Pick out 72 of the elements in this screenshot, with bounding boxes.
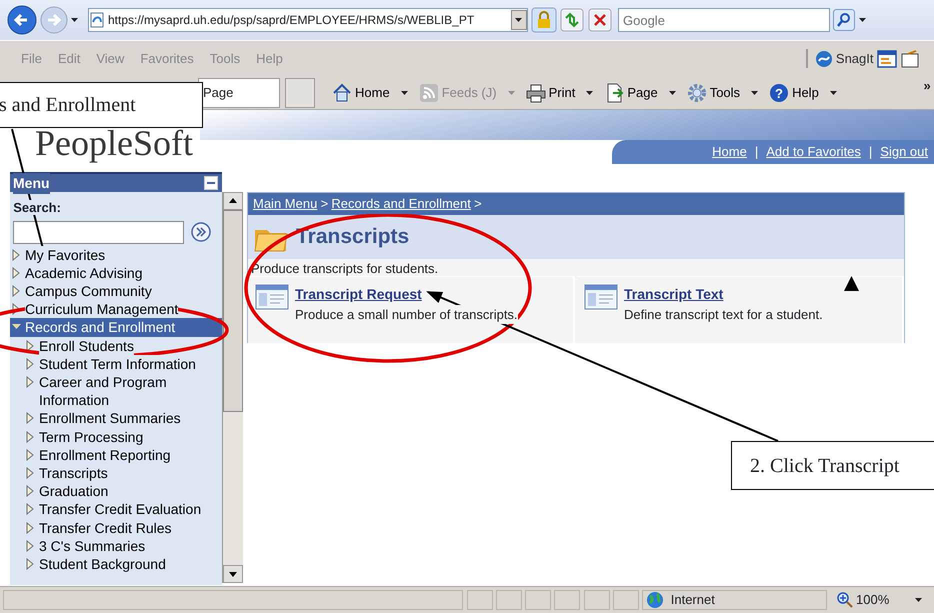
status-panel [554,590,580,610]
window-icon[interactable] [876,50,897,68]
caret-icon[interactable] [914,598,922,602]
status-panel [584,590,610,610]
caret-icon[interactable] [668,90,676,94]
overflow-button[interactable]: » [924,76,931,96]
menu-item[interactable]: Transcripts [10,464,222,482]
item-description: Produce a small number of transcripts. [295,304,518,324]
item-link[interactable]: Transcript Text [624,286,724,302]
caret-icon[interactable] [830,90,837,94]
search-icon[interactable] [833,9,856,31]
menu-item[interactable]: Enroll Students [10,336,222,355]
menu-item[interactable]: Records and Enrollment [10,318,222,337]
status-panel [525,590,551,610]
house-icon [332,82,352,102]
link-separator: | [754,143,758,162]
close-icon[interactable] [588,8,612,32]
header-link[interactable]: Home [712,142,747,162]
menu-item[interactable]: Graduation [10,482,222,500]
callout-box: s and Enrollment [0,82,203,128]
clipboard-icon[interactable] [900,50,920,68]
search-label: Search: [13,200,61,215]
menu-search-field[interactable] [13,220,184,244]
toolbar-button[interactable]: Home [329,82,393,102]
menu-item[interactable]: Term Processing [10,428,222,446]
help-icon: ? [769,82,790,102]
zoom-button[interactable]: 100% [836,590,890,610]
status-panel [612,590,639,610]
printer-icon [526,82,546,102]
caret-icon[interactable] [586,90,594,94]
scrollbar[interactable] [222,192,243,583]
window-icon [254,284,288,310]
caret-icon[interactable] [71,18,78,22]
toolbar-button[interactable]: Print [522,82,578,102]
callout-box: 2. Click Transcript [731,441,934,490]
status-panel [466,590,492,610]
toolbar-button[interactable]: Page [601,82,661,102]
search-field[interactable]: Google [618,8,830,32]
caret-icon[interactable] [751,90,758,94]
snagit-button[interactable]: SnagIt [836,48,874,68]
zoom-icon [836,592,853,608]
browser-tab[interactable]: Page [198,78,280,108]
feed-icon [418,82,439,102]
menu-item[interactable]: My Favorites [10,246,222,264]
triangle-marker [844,276,859,291]
url-text: https://mysaprd.uh.edu/psp/saprd/EMPLOYEE/HRMS/s/WEBLIB_PT [108,12,474,29]
scroll-down-icon[interactable] [223,565,243,583]
window-icon [584,284,618,310]
page-title: Transcripts [296,224,410,250]
scroll-up-icon[interactable] [223,192,243,210]
collapse-icon[interactable] [204,176,218,190]
menu-title: Menu [13,172,50,194]
go-icon[interactable] [190,222,211,242]
refresh-icon[interactable] [560,8,584,32]
gear-icon [686,82,707,102]
caret-icon [515,18,522,22]
page-icon [88,12,105,28]
link-separator: | [868,143,872,162]
toolbar-button[interactable]: Tools [684,82,744,102]
header-link[interactable]: Sign out [880,142,928,162]
globe-icon [646,591,664,609]
address-field[interactable]: https://mysaprd.uh.edu/psp/saprd/EMPLOYEE/HRMS/s/WEBLIB_PT [88,8,528,32]
toolbar-button[interactable]: ? Help [766,82,822,102]
swirl-icon[interactable] [814,50,833,68]
item-link[interactable]: Transcript Request [295,286,422,302]
scroll-thumb[interactable] [223,210,243,412]
caret-icon[interactable] [400,90,408,94]
zone-label: Internet [670,591,715,610]
header-link[interactable]: Add to Favorites [766,142,861,162]
dropdown-button[interactable] [510,10,527,30]
status-panel [496,590,522,610]
caret-icon[interactable] [858,18,866,22]
